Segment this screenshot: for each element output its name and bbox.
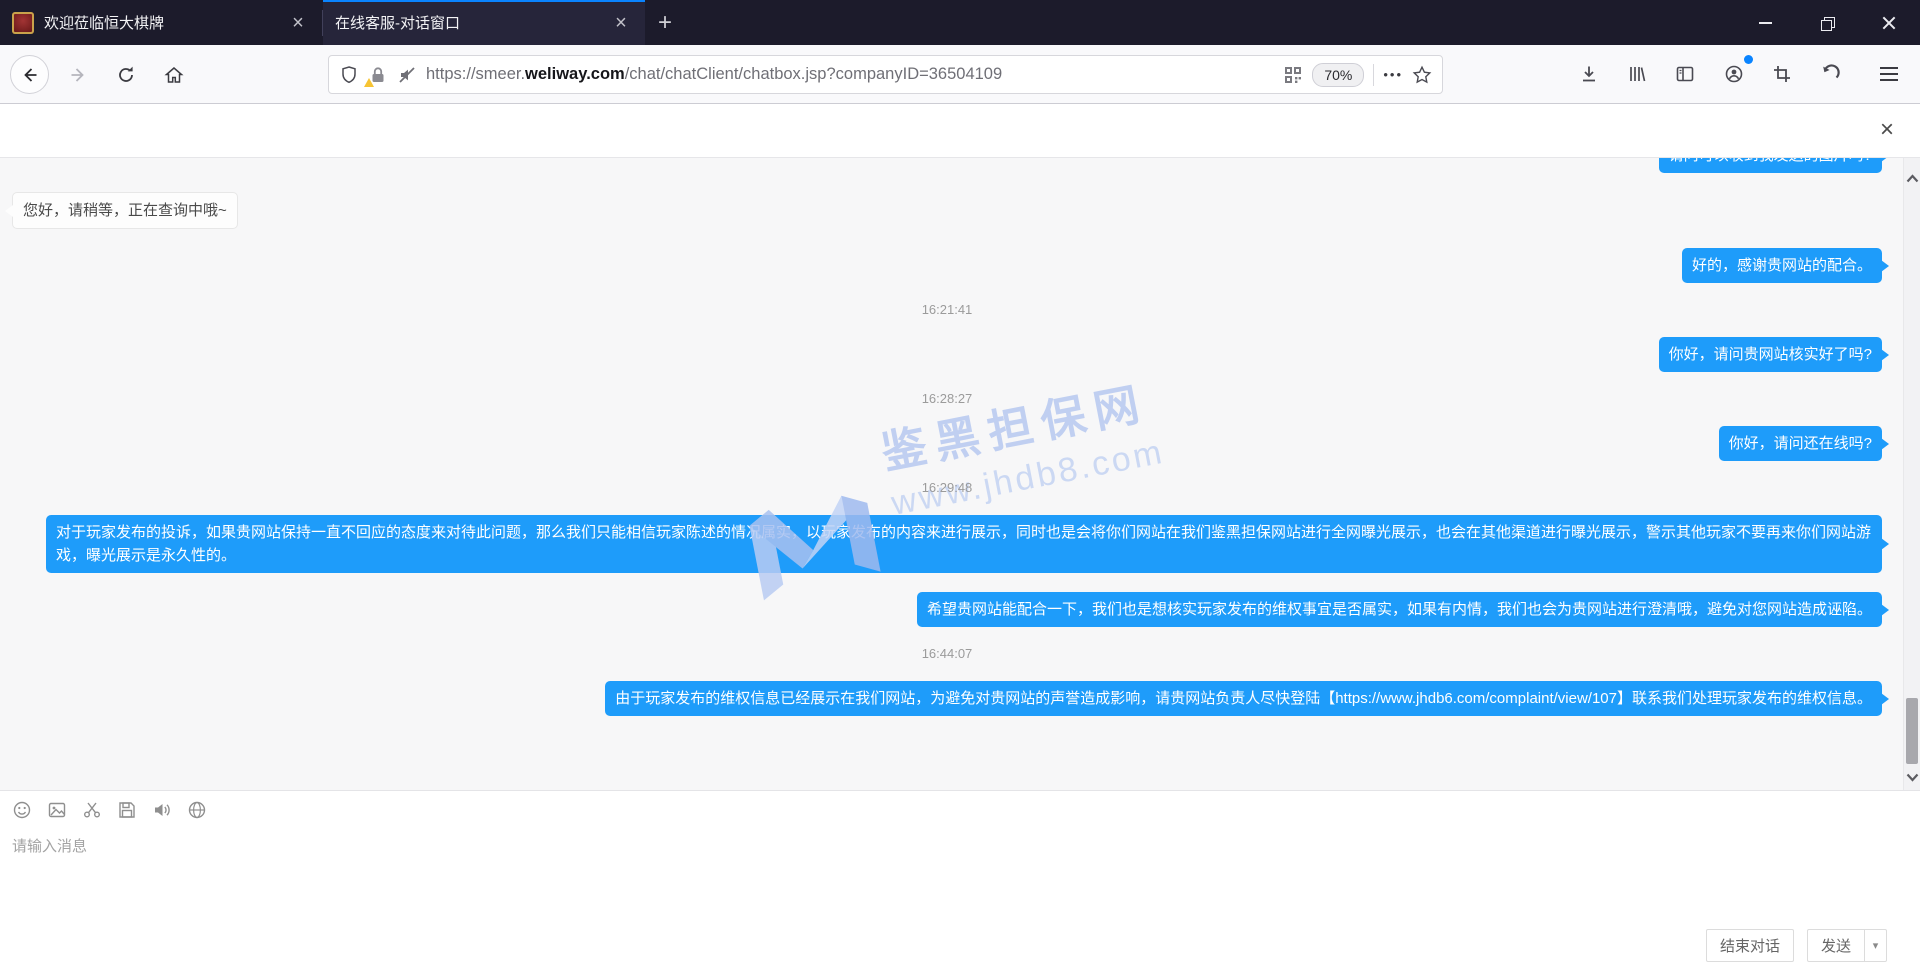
message-bubble-outgoing: 你好，请问贵网站核实好了吗?	[1659, 337, 1882, 372]
screenshot-button[interactable]	[1766, 58, 1798, 90]
composer-buttons: 结束对话 发送 ▾	[1706, 929, 1887, 962]
menu-button[interactable]	[1873, 58, 1905, 90]
message-list[interactable]: 请问可以收到我发送的图片吗? 您好，请稍等，正在查询中哦~ 好的，感谢贵网站的配合。…	[0, 158, 1903, 790]
url-bar[interactable]: https://smeer.weliway.com/chat/chatClien…	[328, 55, 1443, 94]
tab-close-icon[interactable]: ×	[286, 13, 310, 33]
undo-button[interactable]	[1814, 58, 1846, 90]
speaker-icon[interactable]	[152, 800, 172, 820]
library-icon	[1627, 64, 1647, 84]
library-button[interactable]	[1621, 58, 1653, 90]
lock-warning-icon[interactable]	[368, 65, 388, 85]
timestamp: 16:44:07	[922, 646, 973, 662]
globe-icon[interactable]	[187, 800, 207, 820]
mixed-content-warning-icon	[364, 78, 374, 87]
scroll-down-icon[interactable]	[1906, 773, 1919, 782]
zoom-level-badge[interactable]: 70%	[1312, 63, 1364, 87]
blocked-media-icon[interactable]	[397, 65, 417, 85]
sidebar-icon	[1675, 64, 1695, 84]
download-button[interactable]	[1573, 58, 1605, 90]
browser-window: 欢迎莅临恒大棋牌 × 在线客服-对话窗口 × +	[0, 0, 1920, 977]
message-input[interactable]: 请输入消息	[12, 835, 1920, 856]
timestamp: 16:21:41	[922, 302, 973, 318]
url-text[interactable]: https://smeer.weliway.com/chat/chatClien…	[426, 65, 1274, 84]
bookmark-star-icon[interactable]	[1412, 65, 1432, 85]
scissors-icon[interactable]	[82, 800, 102, 820]
send-button-group: 发送 ▾	[1807, 929, 1887, 962]
crop-icon	[1772, 64, 1792, 84]
tab-bar: 欢迎莅临恒大棋牌 × 在线客服-对话窗口 × +	[0, 0, 1920, 45]
composer: 请输入消息 结束对话 发送 ▾	[0, 790, 1920, 977]
back-button[interactable]	[10, 55, 49, 94]
home-icon	[164, 65, 184, 85]
message-bubble-outgoing: 由于玩家发布的维权信息已经展示在我们网站，为避免对贵网站的声誉造成影响，请贵网站…	[605, 681, 1882, 716]
chat-area: 请问可以收到我发送的图片吗? 您好，请稍等，正在查询中哦~ 好的，感谢贵网站的配合。…	[0, 158, 1920, 790]
tab-close-icon[interactable]: ×	[609, 13, 633, 33]
composer-toolbar	[0, 791, 1920, 820]
message-bubble-outgoing: 对于玩家发布的投诉，如果贵网站保持一直不回应的态度来对待此问题，那么我们只能相信…	[46, 515, 1882, 573]
tab-favicon	[12, 12, 34, 34]
message-bubble-outgoing: 好的，感谢贵网站的配合。	[1682, 248, 1882, 283]
image-icon[interactable]	[47, 800, 67, 820]
restore-icon	[1821, 17, 1833, 29]
home-button[interactable]	[158, 59, 190, 91]
emoji-icon[interactable]	[12, 800, 32, 820]
timestamp: 16:28:27	[922, 391, 973, 407]
chat-page-header: ×	[0, 104, 1920, 158]
send-button[interactable]: 发送	[1807, 929, 1865, 962]
tab-chat-window[interactable]: 在线客服-对话窗口 ×	[323, 0, 645, 45]
tab-hengda-qipai[interactable]: 欢迎莅临恒大棋牌 ×	[0, 0, 322, 45]
window-controls	[1734, 0, 1920, 45]
download-icon	[1579, 64, 1599, 84]
sidebar-button[interactable]	[1669, 58, 1701, 90]
account-notification-dot	[1744, 55, 1753, 64]
close-window-button[interactable]	[1858, 0, 1920, 45]
message-bubble-outgoing: 希望贵网站能配合一下，我们也是想核实玩家发布的维权事宜是否属实，如果有内情，我们…	[917, 592, 1882, 627]
close-icon	[1882, 16, 1896, 30]
end-conversation-button[interactable]: 结束对话	[1706, 929, 1794, 962]
forward-arrow-icon	[68, 65, 88, 85]
tab-title: 欢迎莅临恒大棋牌	[44, 12, 276, 33]
shield-icon	[339, 65, 359, 85]
new-tab-button[interactable]: +	[645, 0, 685, 45]
restore-button[interactable]	[1796, 0, 1858, 45]
tab-title: 在线客服-对话窗口	[335, 12, 599, 33]
account-button[interactable]	[1718, 58, 1750, 90]
minimize-button[interactable]	[1734, 0, 1796, 45]
scrollbar-thumb[interactable]	[1906, 698, 1918, 764]
minimize-icon	[1759, 22, 1772, 24]
qr-code-icon[interactable]	[1283, 65, 1303, 85]
page-actions-icon[interactable]: •••	[1383, 67, 1403, 82]
hamburger-icon	[1880, 67, 1898, 81]
message-bubble-outgoing: 你好，请问还在线吗?	[1719, 426, 1882, 461]
undo-arrow-icon	[1820, 64, 1840, 84]
send-options-caret[interactable]: ▾	[1865, 929, 1887, 962]
reload-button[interactable]	[110, 59, 142, 91]
back-arrow-icon	[20, 65, 40, 85]
forward-button[interactable]	[62, 59, 94, 91]
save-icon[interactable]	[117, 800, 137, 820]
url-separator	[1373, 64, 1374, 86]
scroll-up-icon[interactable]	[1906, 174, 1919, 183]
nav-toolbar: https://smeer.weliway.com/chat/chatClien…	[0, 45, 1920, 104]
account-icon	[1724, 64, 1744, 84]
chat-scrollbar[interactable]	[1903, 158, 1920, 790]
message-bubble-outgoing: 请问可以收到我发送的图片吗?	[1659, 158, 1882, 173]
reload-icon	[116, 65, 136, 85]
timestamp: 16:29:48	[922, 480, 973, 496]
chat-close-button[interactable]: ×	[1880, 118, 1894, 142]
message-bubble-incoming: 您好，请稍等，正在查询中哦~	[12, 192, 238, 229]
